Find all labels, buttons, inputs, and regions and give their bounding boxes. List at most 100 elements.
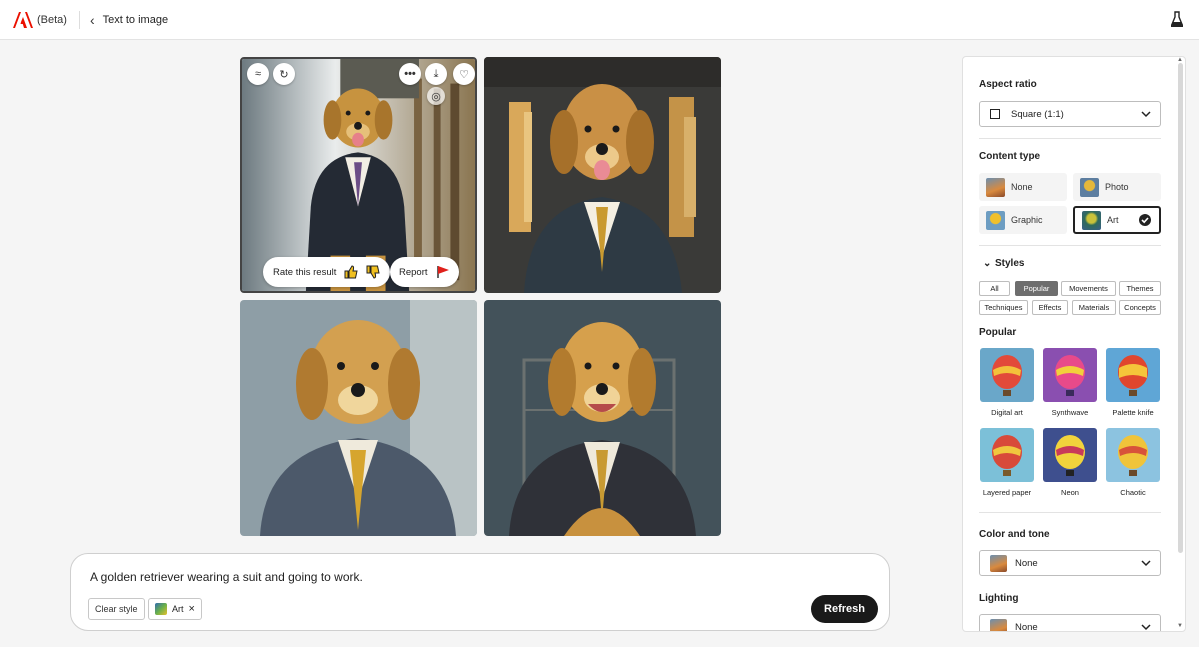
style-tab-materials[interactable]: Materials	[1072, 300, 1116, 315]
balloon-icon	[1106, 428, 1160, 482]
divider	[78, 10, 80, 29]
back-chevron-icon[interactable]: ‹	[90, 12, 95, 28]
style-tab-concepts[interactable]: Concepts	[1119, 300, 1161, 315]
adobe-logo-icon[interactable]	[13, 11, 33, 28]
style-label: Digital art	[991, 408, 1023, 417]
style-label: Layered paper	[982, 488, 1032, 497]
scrollbar[interactable]	[1178, 63, 1183, 553]
color-tone-value: None	[1015, 557, 1038, 569]
style-tab-effects[interactable]: Effects	[1032, 300, 1068, 315]
none-thumb-icon	[990, 554, 1007, 572]
style-label: Synthwave	[1051, 408, 1089, 417]
balloon-icon	[1106, 348, 1160, 402]
prompt-input[interactable]: A golden retriever wearing a suit and go…	[90, 570, 363, 584]
content-type-art[interactable]: Art	[1073, 206, 1161, 234]
style-tab-techniques[interactable]: Techniques	[979, 300, 1028, 315]
dog-in-suit-image	[484, 300, 721, 536]
download-icon[interactable]: ⤓	[425, 63, 447, 85]
style-synthwave[interactable]: Synthwave	[1043, 348, 1097, 417]
balloon-icon	[980, 348, 1034, 402]
styles-collapse-icon[interactable]: ⌄	[983, 258, 991, 269]
style-label: Chaotic	[1120, 488, 1146, 497]
content-type-photo[interactable]: Photo	[1073, 173, 1161, 201]
more-options-icon[interactable]: •••	[399, 63, 421, 85]
style-tab-popular[interactable]: Popular	[1015, 281, 1058, 296]
square-icon	[990, 109, 1000, 119]
content-type-heading: Content type	[979, 151, 1041, 162]
art-thumb-icon	[155, 603, 167, 615]
color-tone-heading: Color and tone	[979, 529, 1050, 540]
thumbs-up-icon[interactable]	[344, 265, 358, 279]
clear-style-button[interactable]: Clear style	[88, 598, 145, 620]
lighting-heading: Lighting	[979, 593, 1019, 604]
style-tab-themes[interactable]: Themes	[1119, 281, 1161, 296]
scroll-down-icon[interactable]: ▼	[1177, 623, 1183, 629]
chevron-down-icon	[1141, 111, 1151, 118]
content-type-none[interactable]: None	[979, 173, 1067, 201]
content-type-label: Art	[1107, 215, 1119, 225]
lighting-value: None	[1015, 621, 1038, 632]
refresh-button[interactable]: Refresh	[811, 595, 878, 623]
style-layered-paper[interactable]: Layered paper	[980, 428, 1034, 497]
flag-icon	[436, 266, 449, 278]
chip-label: Art	[172, 604, 184, 614]
style-label: Neon	[1061, 488, 1079, 497]
result-image-1[interactable]: ≈ ↻ ••• ⤓ ♡ ◎ Rate this result Report	[240, 57, 477, 293]
refresh-variation-icon[interactable]: ↻	[273, 63, 295, 85]
divider	[979, 138, 1161, 139]
settings-panel: ▲ ▼ Aspect ratio Square (1:1) Content ty…	[962, 56, 1186, 632]
aspect-ratio-value: Square (1:1)	[1011, 108, 1064, 120]
checkmark-icon	[1139, 214, 1151, 226]
photo-thumb-icon	[1080, 177, 1099, 197]
rate-result-bar: Rate this result	[263, 257, 391, 287]
divider	[979, 512, 1161, 513]
similar-icon[interactable]: ≈	[247, 63, 269, 85]
chevron-down-icon	[1141, 560, 1151, 567]
styles-heading: Styles	[995, 258, 1025, 269]
style-tab-movements[interactable]: Movements	[1061, 281, 1116, 296]
balloon-icon	[1043, 348, 1097, 402]
flask-icon[interactable]	[1171, 11, 1183, 27]
chevron-down-icon	[1141, 624, 1151, 631]
style-label: Palette knife	[1112, 408, 1154, 417]
style-chaotic[interactable]: Chaotic	[1106, 428, 1160, 497]
balloon-icon	[1043, 428, 1097, 482]
balloon-icon	[980, 428, 1034, 482]
report-label: Report	[399, 266, 428, 278]
rate-label: Rate this result	[273, 266, 337, 278]
aspect-ratio-heading: Aspect ratio	[979, 79, 1037, 90]
none-thumb-icon	[990, 618, 1007, 631]
beta-label: (Beta)	[37, 13, 67, 26]
content-type-label: None	[1011, 182, 1033, 192]
lighting-dropdown[interactable]: None	[979, 614, 1161, 632]
graphic-thumb-icon	[986, 210, 1005, 230]
none-thumb-icon	[986, 177, 1005, 197]
art-thumb-icon	[1082, 210, 1101, 230]
dog-in-suit-image	[240, 300, 477, 536]
content-type-label: Graphic	[1011, 215, 1043, 225]
camera-icon[interactable]: ◎	[427, 87, 445, 105]
breadcrumb: Text to image	[102, 13, 169, 26]
color-tone-dropdown[interactable]: None	[979, 550, 1161, 576]
top-bar: (Beta) ‹ Text to image	[0, 0, 1199, 40]
content-type-label: Photo	[1105, 182, 1129, 192]
thumbs-down-icon[interactable]	[366, 265, 380, 279]
aspect-ratio-dropdown[interactable]: Square (1:1)	[979, 101, 1161, 127]
result-image-2[interactable]	[484, 57, 721, 293]
divider	[979, 245, 1161, 246]
content-type-graphic[interactable]: Graphic	[979, 206, 1067, 234]
report-button[interactable]: Report	[390, 257, 459, 287]
result-image-3[interactable]	[240, 300, 477, 536]
popular-heading: Popular	[979, 327, 1017, 338]
favorite-heart-icon[interactable]: ♡	[453, 63, 475, 85]
style-neon[interactable]: Neon	[1043, 428, 1097, 497]
dog-in-suit-image	[484, 57, 721, 293]
chip-remove-icon[interactable]: ×	[189, 603, 195, 615]
style-chip-art: Art ×	[148, 598, 202, 620]
style-palette-knife[interactable]: Palette knife	[1106, 348, 1160, 417]
result-image-4[interactable]	[484, 300, 721, 536]
style-digital-art[interactable]: Digital art	[980, 348, 1034, 417]
scroll-up-icon[interactable]: ▲	[1177, 57, 1183, 63]
results-grid: ≈ ↻ ••• ⤓ ♡ ◎ Rate this result Report	[240, 57, 721, 537]
style-tab-all[interactable]: All	[979, 281, 1010, 296]
